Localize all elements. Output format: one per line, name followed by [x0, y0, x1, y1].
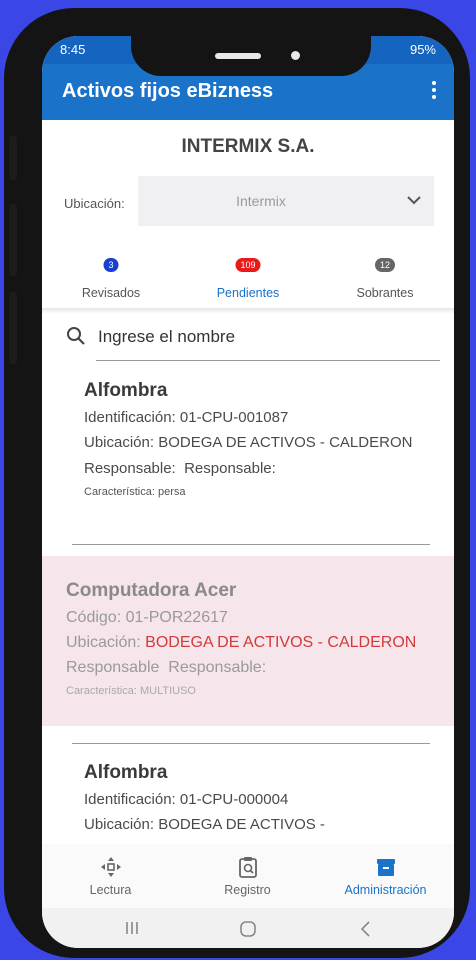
count-badge: 109 — [235, 258, 261, 272]
search-input[interactable] — [98, 322, 428, 352]
responsible-value: Responsable: — [168, 659, 267, 676]
location-dropdown[interactable]: Intermix — [138, 176, 434, 226]
location-value: BODEGA DE ACTIVOS - CALDERON — [145, 634, 417, 651]
search-icon — [67, 327, 85, 345]
item-location: Ubicación: BODEGA DE ACTIVOS - — [84, 816, 325, 833]
more-options-icon[interactable] — [428, 81, 440, 103]
back-icon[interactable] — [358, 920, 372, 938]
divider — [96, 360, 440, 361]
responsible-value: Responsable: — [184, 460, 276, 477]
count-badge: 12 — [374, 258, 396, 272]
phone-frame: 8:45 95% Activos fijos eBizness INTERMIX… — [4, 8, 470, 958]
camera-notch — [131, 36, 371, 76]
speaker — [215, 53, 261, 59]
recent-apps-icon[interactable] — [124, 920, 140, 936]
location-label: Ubicación: — [84, 434, 155, 451]
item-title: Alfombra — [84, 762, 168, 783]
tab-pendientes[interactable]: 109 Pendientes — [179, 250, 317, 308]
company-name: INTERMIX S.A. — [181, 136, 315, 157]
item-identification: Identificación: 01-CPU-000004 — [84, 791, 289, 808]
list-item-highlighted[interactable]: Computadora Acer Código: 01-POR22617 Ubi… — [42, 556, 454, 726]
list-item[interactable]: Alfombra Identificación: 01-CPU-001087 U… — [42, 372, 454, 552]
tab-label: Revisados — [81, 286, 141, 300]
tab-revisados[interactable]: 3 Revisados — [42, 250, 180, 308]
list-item[interactable]: Alfombra Identificación: 01-CPU-000004 U… — [42, 748, 454, 844]
item-location: Ubicación: BODEGA DE ACTIVOS - CALDERON — [66, 633, 450, 653]
tab-bar: 3 Revisados 109 Pendientes 12 Sobrantes — [42, 250, 454, 308]
status-time: 8:45 — [60, 42, 86, 57]
item-characteristic: Característica: persa — [84, 486, 186, 498]
nav-label: Registro — [224, 883, 271, 897]
item-characteristic: Característica: MULTIUSO — [66, 685, 196, 697]
item-responsible: Responsable: Responsable: — [84, 459, 424, 479]
divider — [72, 544, 430, 545]
clipboard-search-icon — [238, 857, 257, 878]
nav-administracion[interactable]: Administración — [317, 844, 454, 908]
location-value: Intermix — [236, 193, 286, 209]
nav-registro[interactable]: Registro — [179, 844, 316, 908]
location-label: Ubicación: — [64, 196, 125, 211]
home-icon[interactable] — [239, 920, 257, 938]
nav-label: Administración — [344, 883, 427, 897]
side-button — [9, 292, 17, 364]
responsible-label: Responsable: — [84, 460, 176, 477]
app-title: Activos fijos eBizness — [62, 80, 274, 102]
battery-level: 95% — [409, 42, 436, 57]
tab-sobrantes[interactable]: 12 Sobrantes — [316, 250, 454, 308]
nav-label: Lectura — [89, 883, 132, 897]
item-location: Ubicación: BODEGA DE ACTIVOS - CALDERON — [84, 433, 424, 453]
item-title: Computadora Acer — [66, 580, 237, 601]
side-button — [9, 136, 17, 180]
responsible-label: Responsable — [66, 659, 160, 676]
item-code: Código: 01-POR22617 — [66, 609, 228, 626]
side-button — [9, 204, 17, 276]
tab-label: Sobrantes — [356, 286, 414, 300]
system-navigation-bar — [42, 908, 454, 948]
archive-box-icon — [376, 859, 395, 876]
screen: 8:45 95% Activos fijos eBizness INTERMIX… — [42, 36, 454, 948]
move-arrows-icon — [100, 857, 121, 877]
item-title: Alfombra — [84, 380, 168, 401]
bottom-navigation: Lectura Registro Administración — [42, 844, 454, 908]
item-identification: Identificación: 01-CPU-001087 — [84, 409, 289, 426]
item-responsible: Responsable Responsable: — [66, 658, 450, 678]
camera-icon — [291, 51, 300, 60]
location-label: Ubicación: — [66, 634, 141, 651]
chevron-down-icon — [407, 196, 421, 205]
count-badge: 3 — [103, 258, 119, 272]
location-value: BODEGA DE ACTIVOS - CALDERON — [158, 434, 413, 451]
divider — [42, 308, 454, 314]
tab-label: Pendientes — [216, 286, 280, 300]
divider — [72, 743, 430, 744]
nav-lectura[interactable]: Lectura — [42, 844, 179, 908]
